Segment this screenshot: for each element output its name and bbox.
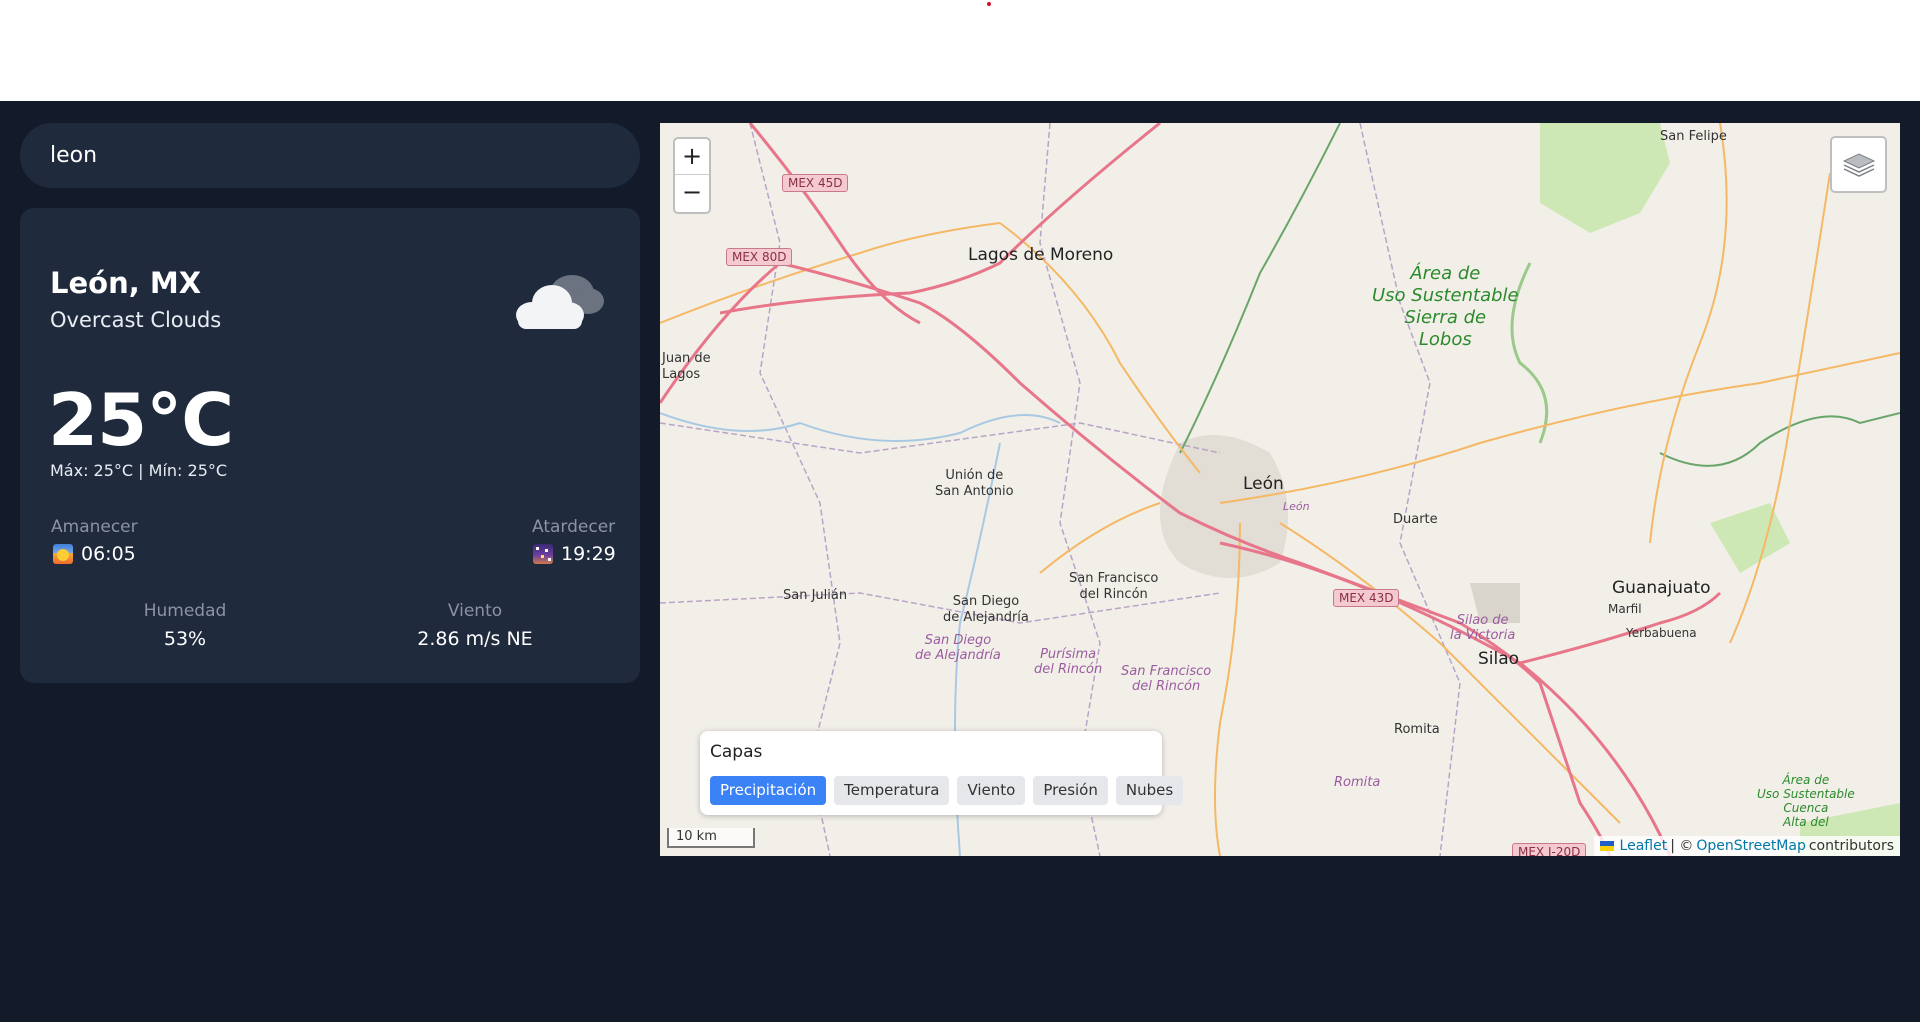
place-purisima-del-rincon: Purísima del Rincón bbox=[1034, 647, 1103, 677]
openstreetmap-link[interactable]: OpenStreetMap bbox=[1696, 836, 1805, 856]
layer-button-temperatura[interactable]: Temperatura bbox=[834, 776, 950, 805]
map-attribution: Leaflet | © OpenStreetMap contributors bbox=[1593, 836, 1900, 856]
sunrise-label: Amanecer bbox=[51, 517, 138, 537]
weather-card: León, MX Overcast Clouds 25°C Máx: 25°C … bbox=[20, 208, 640, 683]
search-input[interactable] bbox=[20, 123, 640, 188]
weather-map[interactable]: Lagos de Moreno San Felipe Juan de Lagos … bbox=[660, 123, 1900, 856]
layer-button-precipitacion[interactable]: Precipitación bbox=[710, 776, 827, 805]
sunset-icon bbox=[533, 544, 553, 564]
humidity-label: Humedad bbox=[143, 601, 227, 621]
place-area-cuenca-alta: Área de Uso Sustentable Cuenca Alta del bbox=[1757, 773, 1855, 829]
place-san-julian: San Julián bbox=[783, 588, 848, 603]
wind-label: Viento bbox=[447, 601, 503, 621]
humidity-value: 53% bbox=[163, 628, 207, 650]
place-yerbabuena: Yerbabuena bbox=[1626, 626, 1697, 640]
place-leon: León bbox=[1243, 474, 1284, 494]
layers-toggle-button[interactable] bbox=[1830, 136, 1887, 193]
zoom-control: + − bbox=[673, 137, 711, 214]
place-area-sierra-de-lobos: Área de Uso Sustentable Sierra de Lobos bbox=[1372, 263, 1519, 350]
place-san-diego-municipality: San Diego de Alejandría bbox=[915, 633, 1001, 663]
place-san-felipe: San Felipe bbox=[1660, 129, 1727, 144]
place-romita: Romita bbox=[1394, 722, 1440, 737]
place-lagos-de-moreno: Lagos de Moreno bbox=[968, 245, 1114, 265]
sunset-label: Atardecer bbox=[532, 517, 616, 537]
highway-shield-mex43d: MEX 43D bbox=[1333, 589, 1400, 607]
temperature: 25°C bbox=[48, 378, 234, 462]
place-juan-de-lagos: Juan de Lagos bbox=[662, 351, 711, 382]
attribution-separator: | © bbox=[1670, 838, 1694, 854]
layer-button-presion[interactable]: Presión bbox=[1033, 776, 1108, 805]
sunset: 19:29 bbox=[533, 543, 616, 565]
place-silao: Silao bbox=[1478, 649, 1520, 669]
sunset-time: 19:29 bbox=[561, 543, 616, 565]
highway-shield-mex45d: MEX 45D bbox=[782, 174, 849, 192]
place-romita-municipality: Romita bbox=[1334, 775, 1381, 790]
layers-title: Capas bbox=[710, 742, 763, 762]
place-silao-de-la-victoria: Silao de la Victoria bbox=[1450, 613, 1516, 643]
search-bar[interactable] bbox=[20, 123, 640, 188]
place-union-de-san-antonio: Unión de San Antonio bbox=[935, 468, 1014, 499]
weather-description: Overcast Clouds bbox=[50, 308, 222, 332]
min-max-temperature: Máx: 25°C | Mín: 25°C bbox=[50, 461, 228, 480]
app-container: León, MX Overcast Clouds 25°C Máx: 25°C … bbox=[0, 101, 1920, 1022]
sunrise-icon bbox=[53, 544, 73, 564]
leaflet-link[interactable]: Leaflet bbox=[1620, 836, 1668, 856]
wind-value: 2.86 m/s NE bbox=[417, 628, 533, 650]
overcast-clouds-icon bbox=[516, 275, 604, 329]
zoom-out-button[interactable]: − bbox=[675, 175, 709, 211]
layers-panel: Capas Precipitación Temperatura Viento P… bbox=[700, 731, 1184, 815]
highway-shield-mex80d: MEX 80D bbox=[726, 248, 793, 266]
place-san-francisco-municipality: San Francisco del Rincón bbox=[1121, 664, 1212, 694]
sunrise: 06:05 bbox=[53, 543, 136, 565]
sunrise-time: 06:05 bbox=[81, 543, 136, 565]
place-san-diego-de-alejandria: San Diego de Alejandría bbox=[943, 594, 1029, 625]
highway-shield-mexi20d: MEX I-20D bbox=[1512, 843, 1587, 856]
ukraine-flag-icon bbox=[1599, 841, 1614, 851]
layer-button-nubes[interactable]: Nubes bbox=[1115, 776, 1184, 805]
place-leon-municipality: León bbox=[1283, 500, 1310, 513]
attribution-contributors: contributors bbox=[1808, 838, 1894, 854]
place-marfil: Marfil bbox=[1608, 602, 1642, 616]
place-san-francisco-del-rincon: San Francisco del Rincón bbox=[1069, 571, 1159, 602]
layers-icon bbox=[1842, 152, 1875, 177]
top-dot bbox=[987, 2, 991, 6]
layer-button-viento[interactable]: Viento bbox=[957, 776, 1026, 805]
place-duarte: Duarte bbox=[1393, 512, 1438, 527]
map-scale: 10 km bbox=[667, 828, 755, 848]
place-guanajuato: Guanajuato bbox=[1612, 578, 1711, 598]
zoom-in-button[interactable]: + bbox=[675, 139, 709, 175]
city-name: León, MX bbox=[50, 266, 202, 300]
layer-buttons: Precipitación Temperatura Viento Presión… bbox=[710, 776, 1184, 805]
